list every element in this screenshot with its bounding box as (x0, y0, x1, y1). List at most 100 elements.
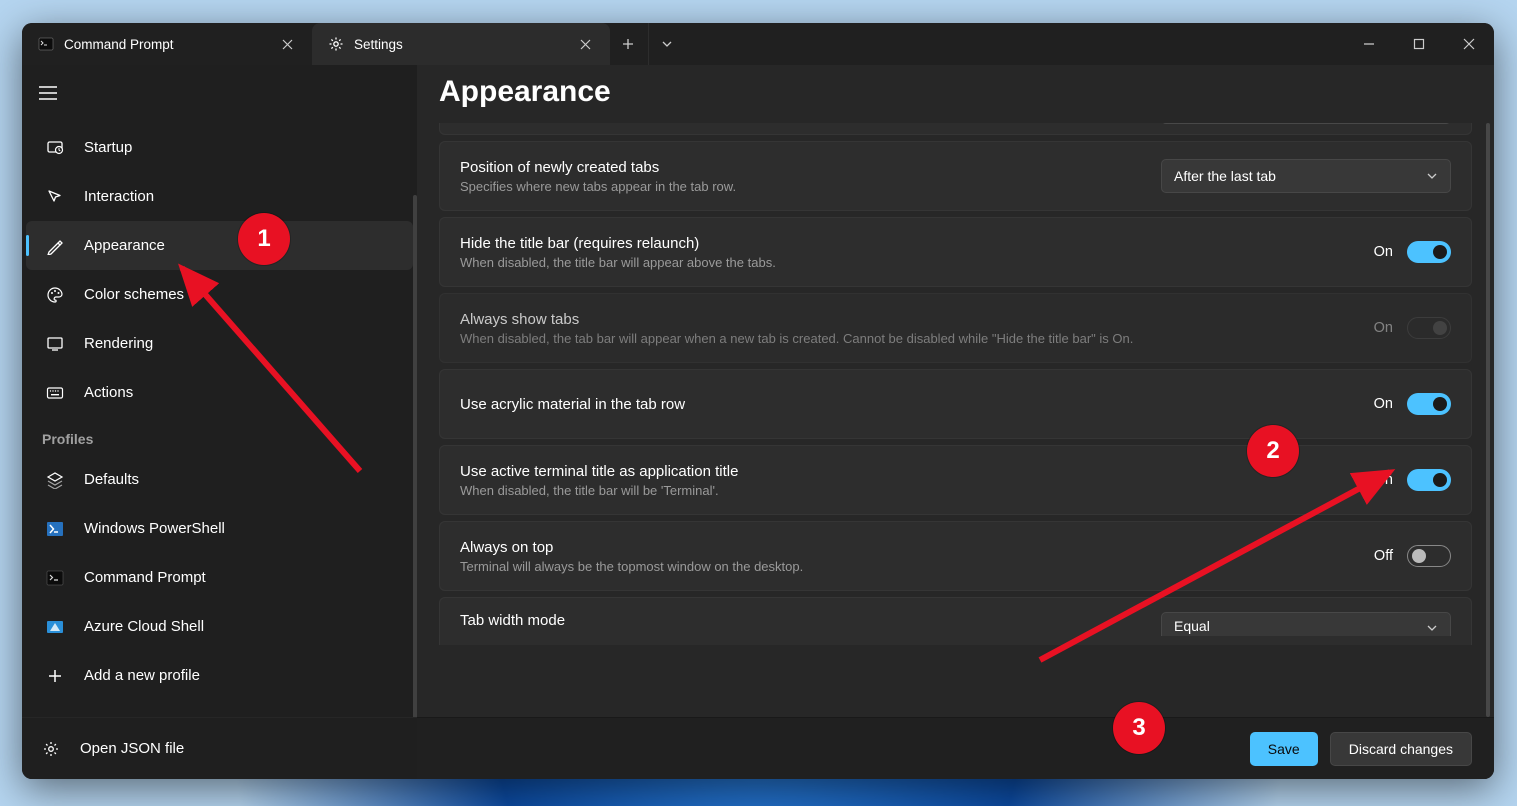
setting-acrylic[interactable]: Use acrylic material in the tab row On (439, 369, 1472, 439)
setting-title: Always show tabs (460, 311, 1354, 328)
body: Startup Interaction Appearance (22, 65, 1494, 779)
sidebar-item-add-profile[interactable]: Add a new profile (26, 651, 413, 700)
setting-title: Use active terminal title as application… (460, 463, 1354, 480)
setting-row-partial-top[interactable] (439, 123, 1472, 135)
keyboard-icon (46, 384, 64, 402)
terminal-icon (38, 36, 54, 52)
maximize-button[interactable] (1394, 23, 1444, 65)
sidebar-item-interaction[interactable]: Interaction (26, 172, 413, 221)
setting-tab-position[interactable]: Position of newly created tabs Specifies… (439, 141, 1472, 211)
sidebar-item-startup[interactable]: Startup (26, 123, 413, 172)
close-tab-icon[interactable] (276, 33, 298, 55)
sidebar-open-json[interactable]: Open JSON file (22, 717, 417, 779)
setting-desc: Terminal will always be the topmost wind… (460, 559, 1354, 574)
sidebar-item-rendering[interactable]: Rendering (26, 319, 413, 368)
toggle-state: On (1374, 396, 1393, 412)
sidebar-profiles-header: Profiles (22, 417, 417, 455)
sidebar-list: Startup Interaction Appearance (22, 115, 417, 717)
tab-command-prompt[interactable]: Command Prompt (22, 23, 312, 65)
sidebar-item-label: Color schemes (84, 286, 184, 303)
chevron-down-icon (1426, 170, 1438, 182)
hamburger-button[interactable] (26, 71, 70, 115)
toggle-always-on-top[interactable] (1407, 545, 1451, 567)
toggle-state: On (1374, 472, 1393, 488)
page-title: Appearance (417, 65, 1494, 123)
sidebar-item-color-schemes[interactable]: Color schemes (26, 270, 413, 319)
discard-button[interactable]: Discard changes (1330, 732, 1472, 766)
sidebar-item-label: Startup (84, 139, 132, 156)
sidebar-item-label: Actions (84, 384, 133, 401)
appearance-icon (46, 237, 64, 255)
toggle-always-show-tabs (1407, 317, 1451, 339)
plus-icon (46, 667, 64, 685)
gear-icon (42, 740, 60, 758)
sidebar-item-defaults[interactable]: Defaults (26, 455, 413, 504)
minimize-button[interactable] (1344, 23, 1394, 65)
sidebar-item-azure[interactable]: Azure Cloud Shell (26, 602, 413, 651)
setting-title: Position of newly created tabs (460, 159, 1141, 176)
annotation-2: 2 (1247, 425, 1299, 477)
toggle-active-title[interactable] (1407, 469, 1451, 491)
sidebar: Startup Interaction Appearance (22, 65, 417, 779)
main-scrollbar[interactable] (1486, 123, 1490, 717)
setting-tab-width[interactable]: Tab width mode Equal (439, 597, 1472, 645)
annotation-3: 3 (1113, 702, 1165, 754)
terminal-icon (46, 569, 64, 587)
setting-desc: When disabled, the title bar will be 'Te… (460, 483, 1354, 498)
sidebar-item-appearance[interactable]: Appearance (26, 221, 413, 270)
setting-active-title[interactable]: Use active terminal title as application… (439, 445, 1472, 515)
dropdown-value: After the last tab (1174, 168, 1276, 184)
sidebar-item-label: Azure Cloud Shell (84, 618, 204, 635)
titlebar: Command Prompt Settings (22, 23, 1494, 65)
dropdown-partial[interactable] (1161, 123, 1451, 124)
toggle-acrylic[interactable] (1407, 393, 1451, 415)
sidebar-item-label: Command Prompt (84, 569, 206, 586)
dropdown-tab-width[interactable]: Equal (1161, 612, 1451, 636)
setting-hide-title-bar[interactable]: Hide the title bar (requires relaunch) W… (439, 217, 1472, 287)
setting-desc: When disabled, the tab bar will appear w… (460, 331, 1354, 346)
interaction-icon (46, 188, 64, 206)
setting-desc: When disabled, the title bar will appear… (460, 255, 1354, 270)
close-window-button[interactable] (1444, 23, 1494, 65)
setting-title: Always on top (460, 539, 1354, 556)
tab-label: Command Prompt (64, 37, 174, 52)
setting-always-on-top[interactable]: Always on top Terminal will always be th… (439, 521, 1472, 591)
sidebar-item-command-prompt[interactable]: Command Prompt (26, 553, 413, 602)
sidebar-item-label: Windows PowerShell (84, 520, 225, 537)
azure-icon (46, 618, 64, 636)
sidebar-item-label: Add a new profile (84, 667, 200, 684)
sidebar-footer-label: Open JSON file (80, 740, 184, 757)
settings-scroll: Position of newly created tabs Specifies… (417, 123, 1494, 717)
sidebar-item-label: Rendering (84, 335, 153, 352)
defaults-icon (46, 471, 64, 489)
toggle-hide-title-bar[interactable] (1407, 241, 1451, 263)
sidebar-item-label: Interaction (84, 188, 154, 205)
annotation-1: 1 (238, 213, 290, 265)
sidebar-item-label: Appearance (84, 237, 165, 254)
sidebar-item-powershell[interactable]: Windows PowerShell (26, 504, 413, 553)
dropdown-tab-position[interactable]: After the last tab (1161, 159, 1451, 193)
save-button[interactable]: Save (1250, 732, 1318, 766)
gear-icon (328, 36, 344, 52)
tab-settings[interactable]: Settings (312, 23, 610, 65)
setting-desc: Specifies where new tabs appear in the t… (460, 179, 1141, 194)
close-tab-icon[interactable] (574, 33, 596, 55)
chevron-down-icon (1426, 622, 1438, 634)
footer: Save Discard changes (417, 717, 1494, 779)
startup-icon (46, 139, 64, 157)
dropdown-value: Equal (1174, 618, 1210, 634)
app-window: Command Prompt Settings (22, 23, 1494, 779)
setting-title: Tab width mode (460, 612, 1141, 629)
tab-label: Settings (354, 37, 403, 52)
rendering-icon (46, 335, 64, 353)
sidebar-item-label: Defaults (84, 471, 139, 488)
new-tab-button[interactable] (610, 23, 646, 65)
setting-always-show-tabs[interactable]: Always show tabs When disabled, the tab … (439, 293, 1472, 363)
setting-title: Use acrylic material in the tab row (460, 396, 1354, 413)
toggle-state: On (1374, 320, 1393, 336)
palette-icon (46, 286, 64, 304)
sidebar-item-actions[interactable]: Actions (26, 368, 413, 417)
toggle-state: Off (1374, 548, 1393, 564)
toggle-state: On (1374, 244, 1393, 260)
tab-dropdown-button[interactable] (648, 23, 684, 65)
